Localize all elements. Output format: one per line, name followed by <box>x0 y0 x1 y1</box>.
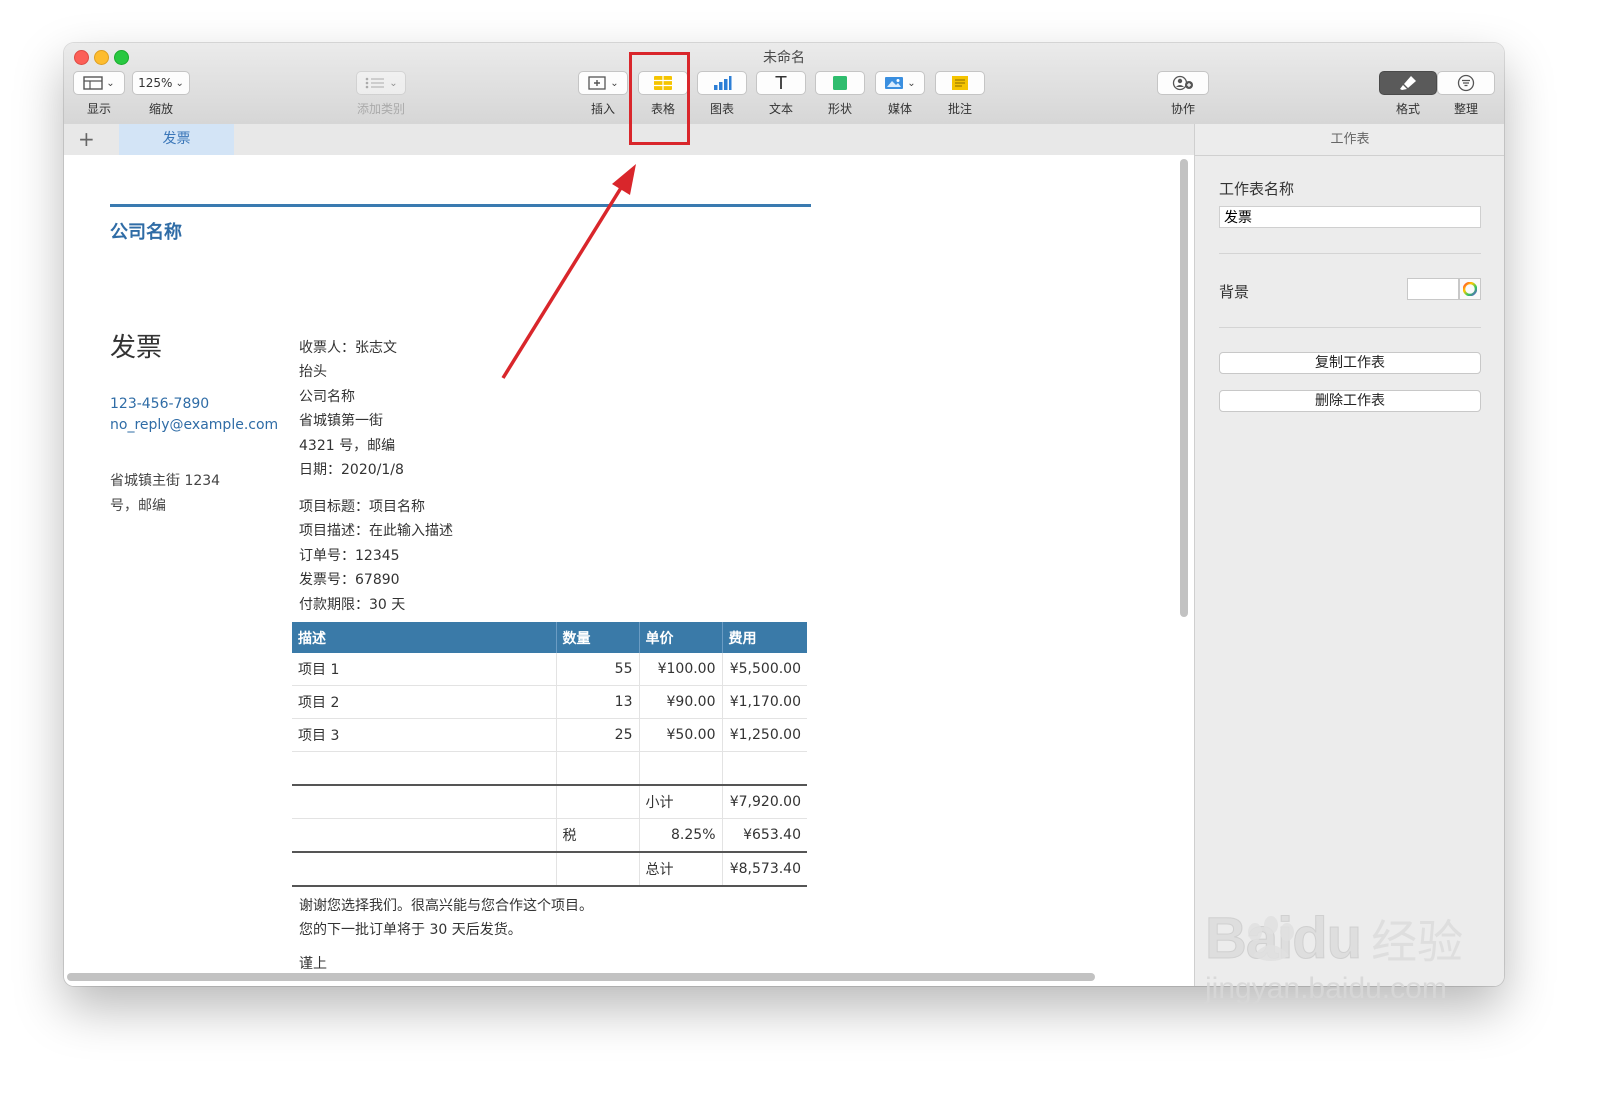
baidu-watermark: Baidu 经验 jingyan.baidu.com <box>1204 905 1464 1006</box>
watermark-product: 经验 <box>1371 916 1464 968</box>
watermark-url: jingyan.baidu.com <box>1205 972 1447 1005</box>
paw-icon <box>1248 916 1295 961</box>
